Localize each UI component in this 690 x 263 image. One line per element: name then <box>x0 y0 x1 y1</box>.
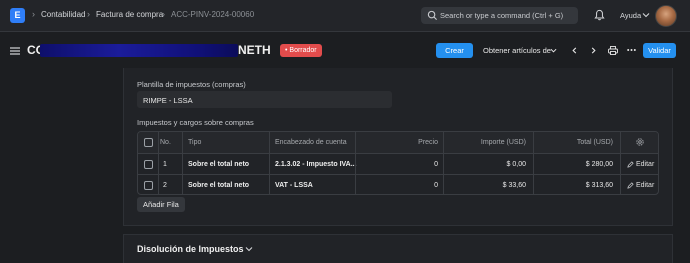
submit-button[interactable]: Validar <box>643 43 676 58</box>
search-icon <box>427 10 438 21</box>
search-bar[interactable]: Search or type a command (Ctrl + G) <box>421 7 578 24</box>
chevron-down-icon[interactable] <box>245 246 253 252</box>
redaction-overlay <box>40 44 238 57</box>
column-header-total: Total (USD) <box>576 139 613 146</box>
table-header-row: No. Tipo Encabezado de cuenta Precio Imp… <box>138 132 658 153</box>
edit-row-button[interactable]: Editar <box>636 161 654 168</box>
column-divider <box>620 132 621 194</box>
page-header: CO NETH • Borrador Crear Obtener artícul… <box>0 32 690 68</box>
column-header-amount: Importe (USD) <box>480 139 526 146</box>
row-amount[interactable]: $ 33,60 <box>443 182 526 189</box>
row-no: 1 <box>163 161 167 168</box>
column-divider <box>158 132 159 194</box>
breadcrumb-separator: › <box>87 9 90 19</box>
pencil-icon <box>627 161 634 168</box>
notification-bell-icon[interactable] <box>594 9 605 21</box>
avatar[interactable] <box>655 5 677 27</box>
print-icon[interactable] <box>608 46 618 55</box>
table-row[interactable]: 1 Sobre el total neto 2.1.3.02 - Impuest… <box>138 153 658 174</box>
add-row-button[interactable]: Añadir Fila <box>137 197 185 212</box>
column-divider <box>269 132 270 194</box>
column-divider <box>182 132 183 194</box>
breadcrumb-current-doc[interactable]: ACC-PINV-2024-00060 <box>171 10 254 19</box>
column-divider <box>533 132 534 194</box>
column-header-type: Tipo <box>188 139 202 146</box>
column-header-account: Encabezado de cuenta <box>275 139 347 146</box>
row-total: $ 313,60 <box>585 182 613 189</box>
next-icon[interactable] <box>590 47 597 54</box>
status-badge: • Borrador <box>280 44 322 57</box>
tax-template-label: Plantilla de impuestos (compras) <box>137 80 246 89</box>
tax-template-field[interactable]: RIMPE - LSSA <box>137 91 392 108</box>
pencil-icon <box>627 182 634 189</box>
column-divider <box>355 132 356 194</box>
breadcrumb-factura-compra[interactable]: Factura de compra <box>96 10 163 19</box>
column-divider <box>443 132 444 194</box>
sidebar-toggle-icon[interactable] <box>10 47 20 55</box>
row-account[interactable]: 2.1.3.02 - Impuesto IVA... <box>275 161 357 168</box>
column-header-rate: Precio <box>418 139 438 146</box>
chevron-down-icon <box>642 13 650 18</box>
navbar: E › Contabilidad › Factura de compra › A… <box>0 0 690 32</box>
get-items-dropdown[interactable]: Obtener artículos de <box>483 46 551 55</box>
gear-icon[interactable] <box>635 137 645 147</box>
row-rate[interactable]: 0 <box>358 161 438 168</box>
select-all-checkbox[interactable] <box>144 138 153 147</box>
row-total: $ 280,00 <box>585 161 613 168</box>
search-placeholder: Search or type a command (Ctrl + G) <box>440 11 564 20</box>
edit-row-button[interactable]: Editar <box>636 182 654 189</box>
row-type[interactable]: Sobre el total neto <box>188 161 249 168</box>
row-checkbox[interactable] <box>144 160 153 169</box>
section-title[interactable]: Disolución de Impuestos <box>137 244 244 254</box>
breadcrumb-separator: › <box>32 9 35 19</box>
chevron-down-icon <box>550 48 557 53</box>
row-amount[interactable]: $ 0,00 <box>443 161 526 168</box>
row-type[interactable]: Sobre el total neto <box>188 182 249 189</box>
row-checkbox[interactable] <box>144 181 153 190</box>
create-button[interactable]: Crear <box>436 43 473 58</box>
page-title-end: NETH <box>238 43 271 57</box>
column-header-no: No. <box>160 139 171 146</box>
row-rate[interactable]: 0 <box>358 182 438 189</box>
help-menu[interactable]: Ayuda <box>620 11 641 20</box>
app-logo[interactable]: E <box>10 8 25 23</box>
table-row[interactable]: 2 Sobre el total neto VAT - LSSA 0 $ 33,… <box>138 174 658 194</box>
more-options-icon[interactable] <box>627 48 636 52</box>
breadcrumb-contabilidad[interactable]: Contabilidad <box>41 10 85 19</box>
row-account[interactable]: VAT - LSSA <box>275 182 313 189</box>
tax-template-value: RIMPE - LSSA <box>143 96 193 105</box>
previous-icon[interactable] <box>571 47 578 54</box>
row-no: 2 <box>163 182 167 189</box>
taxes-table-label: Impuestos y cargos sobre compras <box>137 118 254 127</box>
breadcrumb-separator: › <box>162 9 165 19</box>
taxes-table: No. Tipo Encabezado de cuenta Precio Imp… <box>137 131 659 195</box>
